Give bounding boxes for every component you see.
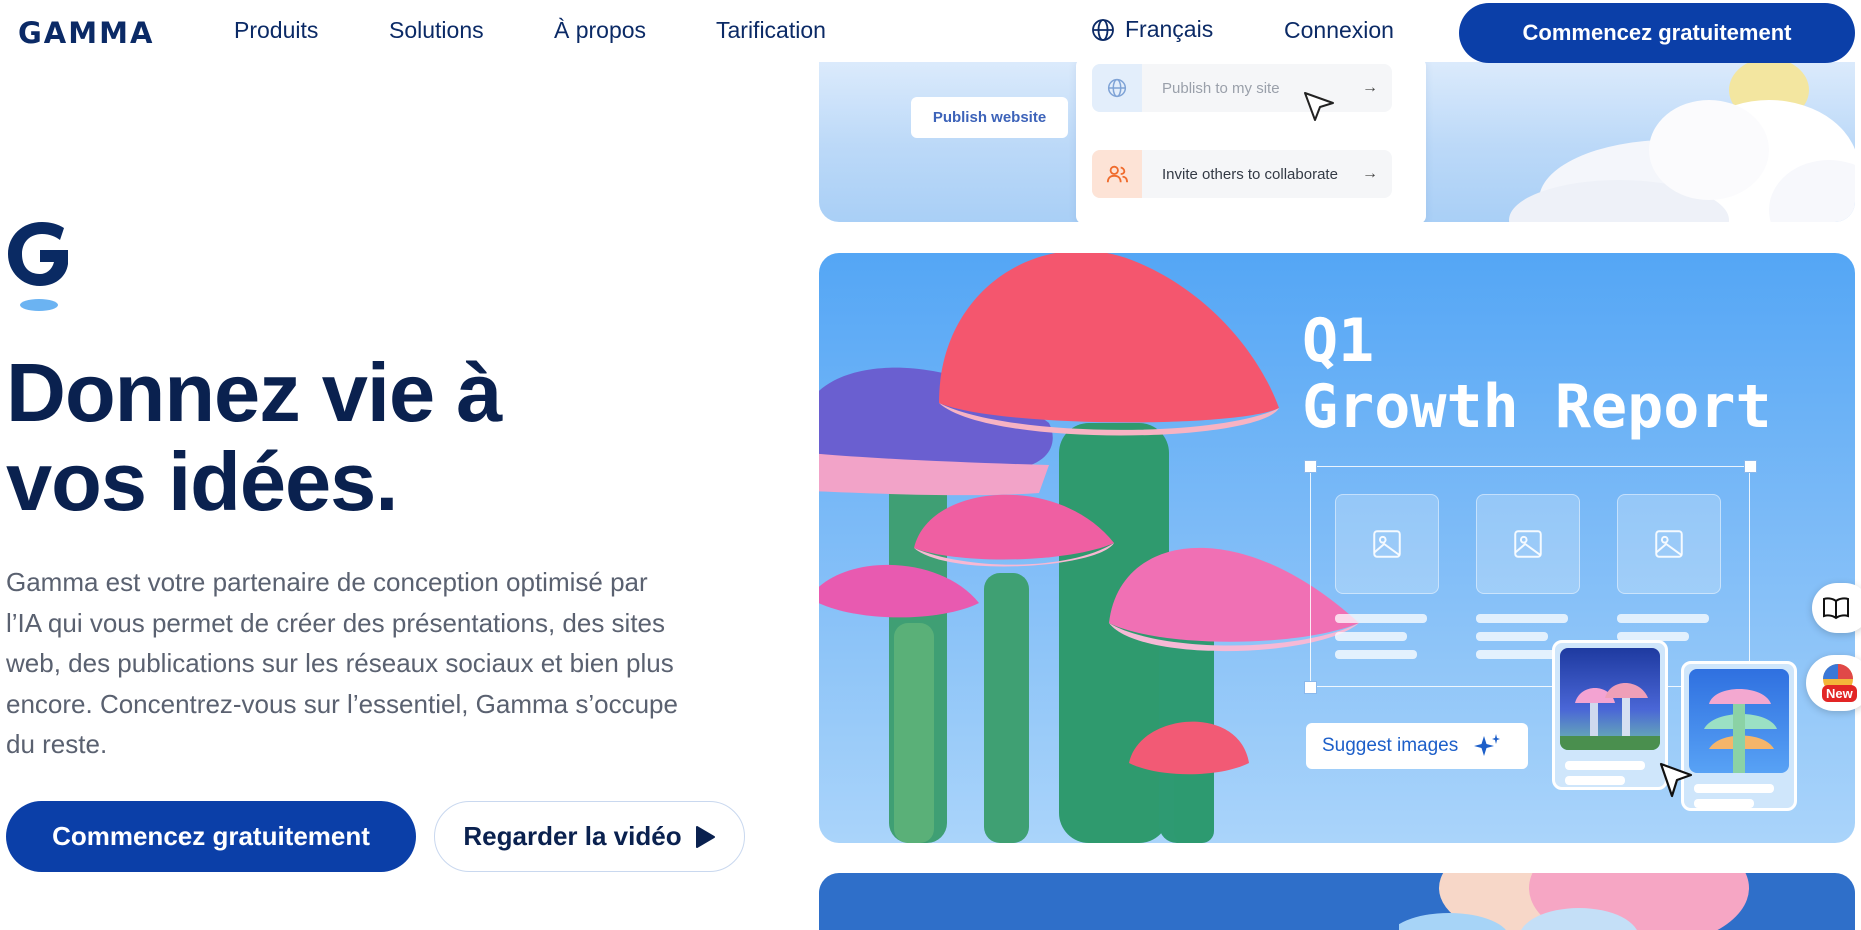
share-panel: Publish to my site → Invite others to co… <box>1076 58 1426 222</box>
text-line-placeholder <box>1694 784 1774 793</box>
resize-handle[interactable] <box>1744 460 1757 473</box>
invite-collaborate-label: Invite others to collaborate <box>1162 165 1338 183</box>
nav-link-produits[interactable]: Produits <box>234 17 318 44</box>
hero-subtitle-line: web, des publications sur les réseaux so… <box>6 648 674 678</box>
globe-icon <box>1092 64 1142 112</box>
resize-handle[interactable] <box>1304 681 1317 694</box>
sparkle-icon <box>1474 734 1501 756</box>
nav-link-a-propos[interactable]: À propos <box>554 17 646 44</box>
hero-subtitle: Gamma est votre partenaire de conception… <box>6 562 756 765</box>
text-line-placeholder <box>1335 614 1427 623</box>
nav-cta-button[interactable]: Commencez gratuitement <box>1459 3 1855 63</box>
image-placeholder <box>1617 494 1721 594</box>
play-icon <box>695 825 715 848</box>
suggested-image-card[interactable] <box>1552 640 1668 790</box>
cursor-icon <box>1304 92 1334 121</box>
image-icon <box>1373 530 1401 558</box>
hero-title-line1: Donnez vie à <box>6 346 502 439</box>
arrow-right-icon: → <box>1362 79 1378 96</box>
report-title: Q1 Growth Report <box>1302 308 1772 440</box>
invite-collaborate-row[interactable]: Invite others to collaborate → <box>1092 150 1392 198</box>
hero-subtitle-line: encore. Concentrez-vous sur l’essentiel,… <box>6 688 678 719</box>
text-line-placeholder <box>1476 614 1568 623</box>
text-line-placeholder <box>1476 632 1548 641</box>
hero-subtitle-line: Gamma est votre partenaire de conception… <box>6 567 648 597</box>
image-placeholder <box>1335 494 1439 594</box>
growth-report-card: Q1 Growth Report Suggest images <box>819 253 1855 843</box>
suggested-image-card[interactable] <box>1681 661 1797 811</box>
gamma-g-icon <box>8 222 68 311</box>
publish-website-button[interactable]: Publish website <box>911 97 1068 138</box>
text-line-placeholder <box>1335 632 1407 641</box>
report-title-line1: Q1 <box>1302 306 1375 376</box>
top-nav: GAMMA Produits Solutions À propos Tarifi… <box>0 0 1861 63</box>
resize-handle[interactable] <box>1304 460 1317 473</box>
suggest-images-label: Suggest images <box>1322 735 1459 756</box>
text-line-placeholder <box>1617 614 1709 623</box>
start-free-button[interactable]: Commencez gratuitement <box>6 801 416 872</box>
text-line-placeholder <box>1565 761 1645 770</box>
users-icon <box>1092 150 1142 198</box>
nav-link-solutions[interactable]: Solutions <box>389 17 484 44</box>
language-selector[interactable]: Français <box>1091 16 1213 43</box>
watch-video-label: Regarder la vidéo <box>463 821 682 851</box>
suggest-images-button[interactable]: Suggest images <box>1306 723 1528 769</box>
hero-subtitle-line: du reste. <box>6 729 108 759</box>
hero-title-line2: vos idées. <box>6 435 398 528</box>
suggested-image <box>1560 648 1660 750</box>
globe-icon <box>1092 18 1114 41</box>
gamma-logo[interactable]: GAMMA <box>18 16 154 50</box>
text-line-placeholder <box>1335 650 1417 659</box>
arrow-right-icon: → <box>1362 165 1378 182</box>
cloud-balloon-illustration <box>1509 58 1855 222</box>
text-line-placeholder <box>1565 776 1625 785</box>
login-link[interactable]: Connexion <box>1284 17 1394 44</box>
docs-widget[interactable] <box>1812 583 1861 633</box>
new-badge: New <box>1822 685 1857 702</box>
hero-title: Donnez vie à vos idées. <box>6 348 766 526</box>
language-label: Français <box>1125 16 1214 42</box>
cursor-icon <box>1659 762 1693 798</box>
text-line-placeholder <box>1476 650 1558 659</box>
watch-video-button[interactable]: Regarder la vidéo <box>434 801 745 872</box>
suggested-image <box>1689 669 1789 773</box>
mushrooms-illustration <box>819 253 1359 843</box>
image-icon <box>1514 530 1542 558</box>
next-feature-card <box>819 873 1855 930</box>
hero-subtitle-line: l’IA qui vous permet de créer des présen… <box>6 607 666 638</box>
publish-to-site-row[interactable]: Publish to my site → <box>1092 64 1392 112</box>
book-icon <box>1823 597 1849 620</box>
whats-new-widget[interactable]: New <box>1806 655 1861 711</box>
image-icon <box>1655 530 1683 558</box>
image-placeholder <box>1476 494 1580 594</box>
flower-illustration <box>1399 873 1749 930</box>
nav-link-tarification[interactable]: Tarification <box>716 17 826 44</box>
text-line-placeholder <box>1694 799 1754 808</box>
report-title-line2: Growth Report <box>1302 372 1772 442</box>
